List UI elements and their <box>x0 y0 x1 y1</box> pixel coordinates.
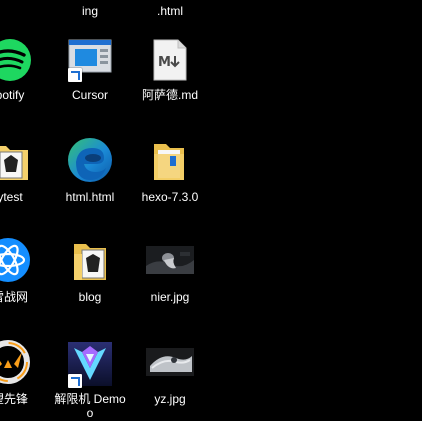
desktop-item-label: blog <box>78 290 102 304</box>
desktop-item-ytest[interactable]: ytest <box>0 134 50 206</box>
desktop-item-label: ing <box>81 4 98 18</box>
desktop-item-label: hexo-7.3.0 <box>141 190 199 204</box>
desktop-item-battlenet[interactable]: 雪战网 <box>0 234 50 306</box>
folder-app-icon <box>74 244 106 280</box>
battlenet-icon <box>0 238 30 282</box>
desktop-item-html[interactable]: .html <box>130 0 210 20</box>
desktop-item-label: 阿萨德.md <box>141 88 198 102</box>
image-thumbnail-icon <box>146 348 194 376</box>
desktop-item-label: 解限机 Demo <box>54 392 126 406</box>
shortcut-arrow-icon <box>68 68 82 82</box>
desktop-item-ing[interactable]: ing <box>50 0 130 20</box>
desktop-item-label: html.html <box>65 190 115 204</box>
desktop-item-label: Cursor <box>71 88 108 102</box>
desktop-item-label: yz.jpg <box>154 392 186 406</box>
spotify-icon <box>0 39 31 81</box>
desktop-item-html-html[interactable]: html.html <box>50 134 130 206</box>
desktop-item-mecha-break[interactable]: 解限机 Demo o <box>50 336 130 420</box>
svg-text:M: M <box>158 55 171 70</box>
desktop-item-overwatch[interactable]: 望先锋 <box>0 336 50 408</box>
shortcut-arrow-icon <box>68 374 82 388</box>
desktop-item-label: .html <box>156 4 183 18</box>
overwatch-icon <box>0 340 30 384</box>
desktop-item-markdown[interactable]: M 阿萨德.md <box>130 32 210 104</box>
desktop-item-label: 雪战网 <box>0 290 28 304</box>
desktop-item-label: potify <box>0 88 25 102</box>
folder-icon <box>154 144 184 180</box>
folder-app-icon <box>0 146 28 180</box>
desktop-item-blog[interactable]: blog <box>50 234 130 306</box>
desktop-item-hexo[interactable]: hexo-7.3.0 <box>130 134 210 206</box>
desktop-item-label-line2: o <box>86 406 94 420</box>
desktop-item-spotify[interactable]: potify <box>0 32 50 104</box>
desktop-item-yz[interactable]: yz.jpg <box>130 336 210 408</box>
desktop: ing .html potify Cursor M <box>0 0 422 421</box>
desktop-item-label: ytest <box>0 190 23 204</box>
image-thumbnail-icon <box>146 246 194 274</box>
desktop-item-nier[interactable]: nier.jpg <box>130 234 210 306</box>
desktop-item-label: nier.jpg <box>150 290 190 304</box>
edge-html-icon <box>68 138 112 182</box>
desktop-item-cursor[interactable]: Cursor <box>50 32 130 104</box>
markdown-file-icon: M <box>153 39 187 81</box>
desktop-item-label: 望先锋 <box>0 392 28 406</box>
